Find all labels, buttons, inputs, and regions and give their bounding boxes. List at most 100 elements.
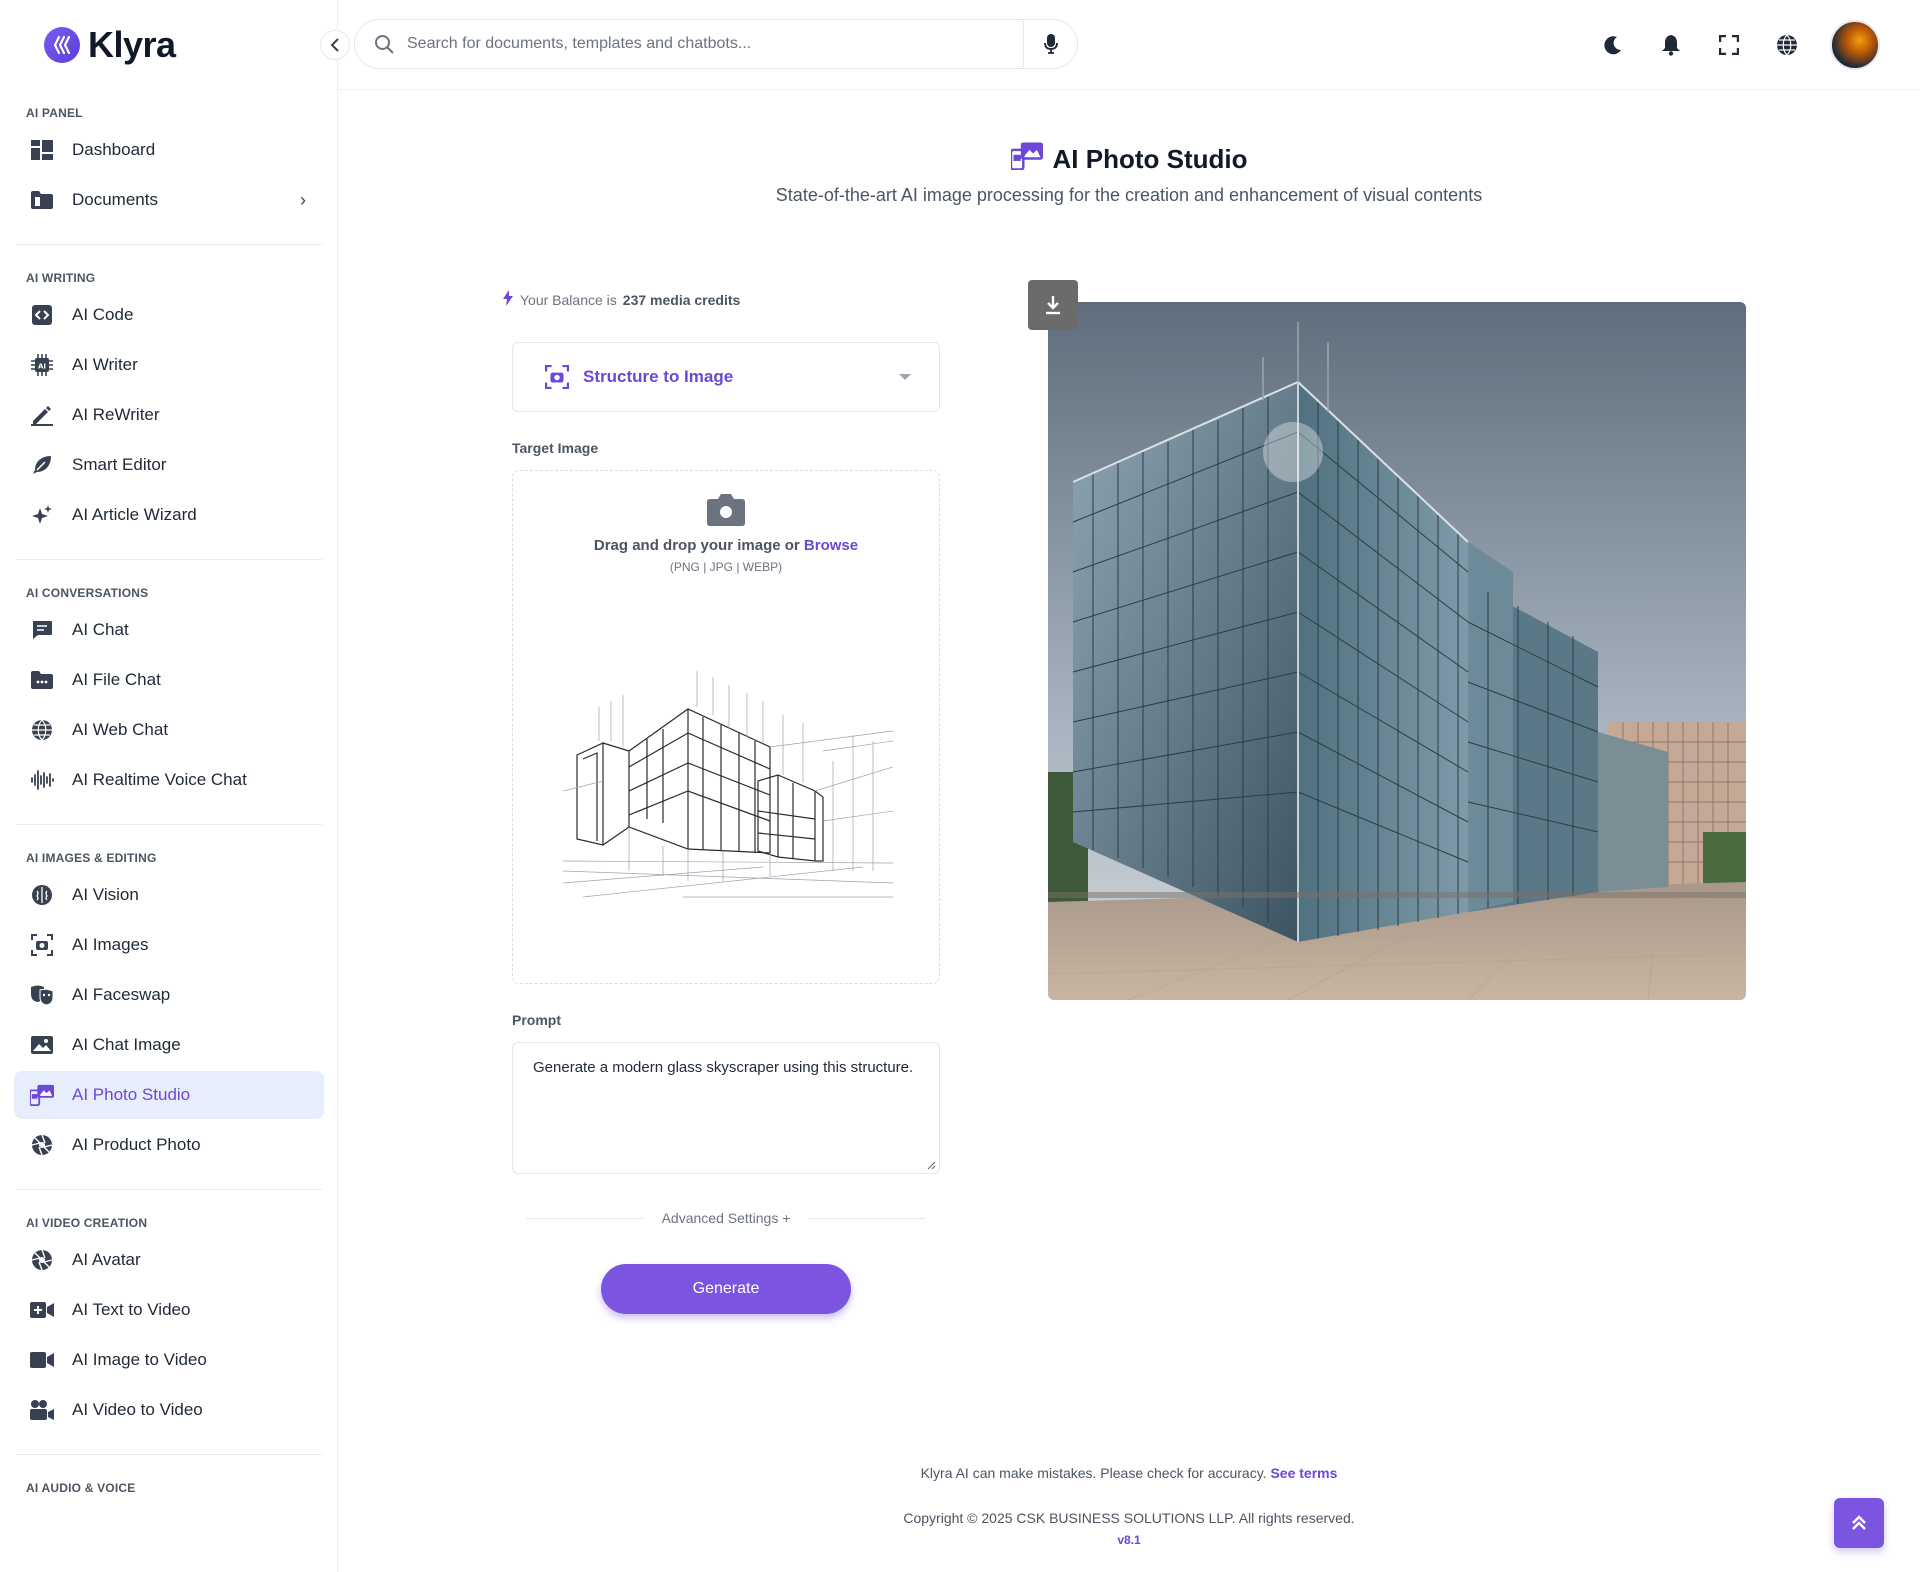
avatar[interactable] — [1830, 20, 1880, 70]
divider — [16, 559, 322, 560]
balance-prefix: Your Balance is — [520, 291, 617, 308]
scroll-to-top-button[interactable] — [1834, 1498, 1884, 1548]
topbar: Search for documents, templates and chat… — [338, 0, 1920, 90]
sidebar-item-ai-code[interactable]: AI Code — [14, 291, 324, 339]
glass-building-image — [1048, 302, 1746, 1000]
search-input[interactable]: Search for documents, templates and chat… — [407, 35, 1023, 53]
section-label: AI PANEL — [26, 106, 83, 120]
sidebar-item-ai-web-chat[interactable]: AI Web Chat — [14, 706, 324, 754]
masks-icon — [30, 983, 54, 1007]
sidebar-item-documents[interactable]: Documents › — [14, 176, 324, 224]
mode-select[interactable]: Structure to Image — [512, 342, 940, 412]
sidebar-item-ai-video-to-video[interactable]: AI Video to Video — [14, 1386, 324, 1434]
photo-studio-icon — [30, 1083, 54, 1107]
video-camera-icon — [30, 1398, 54, 1422]
sidebar-item-ai-chat-image[interactable]: AI Chat Image — [14, 1021, 324, 1069]
camera-frame-icon — [30, 933, 54, 957]
sidebar-item-label: AI Avatar — [72, 1250, 141, 1269]
fullscreen-icon[interactable] — [1700, 22, 1758, 68]
sidebar-item-ai-avatar[interactable]: AI Avatar — [14, 1236, 324, 1284]
feather-icon — [30, 453, 54, 477]
sidebar-item-dashboard[interactable]: Dashboard — [14, 126, 324, 174]
divider — [16, 824, 322, 825]
dropzone-instruction: Drag and drop your image or — [593, 537, 800, 554]
folder-icon — [30, 188, 54, 212]
advanced-settings-toggle[interactable]: Advanced Settings + — [526, 1210, 926, 1226]
see-terms-link[interactable]: See terms — [1270, 1465, 1337, 1481]
generate-button[interactable]: Generate — [601, 1264, 851, 1314]
page-header: AI Photo Studio State-of-the-art AI imag… — [338, 142, 1920, 206]
app-name: Klyra — [88, 24, 176, 65]
sidebar-item-label: AI Image to Video — [72, 1350, 207, 1369]
browse-link[interactable]: Browse — [804, 537, 858, 554]
camera-frame-icon — [545, 365, 569, 389]
search-bar[interactable]: Search for documents, templates and chat… — [354, 19, 1078, 69]
aperture-icon — [30, 1133, 54, 1157]
sidebar-item-ai-text-to-video[interactable]: AI Text to Video — [14, 1286, 324, 1334]
pen-icon — [30, 403, 54, 427]
balance-indicator: Your Balance is 237 media credits — [502, 290, 740, 309]
sidebar-item-label: AI File Chat — [72, 670, 161, 689]
code-icon — [30, 303, 54, 327]
chip-icon: AI — [30, 353, 54, 377]
sidebar-item-label: AI Writer — [72, 355, 138, 374]
brain-icon — [30, 883, 54, 907]
sidebar-item-ai-file-chat[interactable]: AI File Chat — [14, 656, 324, 704]
sidebar-item-label: AI Code — [72, 305, 134, 324]
resize-grip-icon[interactable] — [926, 1160, 936, 1170]
generated-image[interactable] — [1048, 302, 1746, 1000]
sidebar-nav: AI PANEL Dashboard Documents › AI WRITIN… — [14, 100, 324, 1501]
prompt-textarea[interactable]: Generate a modern glass skyscraper using… — [512, 1042, 940, 1174]
waveform-icon — [30, 768, 54, 792]
dropzone-formats: (PNG | JPG | WEBP) — [669, 560, 783, 574]
chat-icon — [30, 618, 54, 642]
version: v8.1 — [1117, 1533, 1141, 1547]
sidebar-item-ai-realtime-voice-chat[interactable]: AI Realtime Voice Chat — [14, 756, 324, 804]
sidebar-collapse-button[interactable] — [320, 30, 350, 60]
sidebar-item-ai-vision[interactable]: AI Vision — [14, 871, 324, 919]
main-content: AI Photo Studio State-of-the-art AI imag… — [338, 90, 1920, 1572]
sidebar-item-ai-chat[interactable]: AI Chat — [14, 606, 324, 654]
microphone-icon[interactable] — [1023, 21, 1077, 67]
sidebar-item-ai-image-to-video[interactable]: AI Image to Video — [14, 1336, 324, 1384]
sidebar-item-ai-faceswap[interactable]: AI Faceswap — [14, 971, 324, 1019]
section-label: AI WRITING — [26, 271, 96, 285]
page-title: AI Photo Studio — [1009, 142, 1247, 177]
search-icon — [361, 34, 407, 54]
sidebar-item-smart-editor[interactable]: Smart Editor — [14, 441, 324, 489]
structure-sketch-image — [563, 671, 893, 898]
sparkles-icon — [30, 503, 54, 527]
sidebar-item-label: AI Chat — [72, 620, 129, 639]
download-button[interactable] — [1028, 280, 1078, 330]
sidebar-item-ai-photo-studio[interactable]: AI Photo Studio — [14, 1071, 324, 1119]
section-label: AI CONVERSATIONS — [26, 586, 149, 600]
svg-text:AI: AI — [38, 363, 46, 371]
photo-studio-icon — [1009, 142, 1043, 177]
caret-down-icon — [899, 374, 911, 380]
sidebar-item-ai-article-wizard[interactable]: AI Article Wizard — [14, 491, 324, 539]
image-icon — [30, 1033, 54, 1057]
camera-icon — [706, 491, 746, 531]
advanced-settings-label: Advanced Settings + — [661, 1210, 791, 1226]
sidebar-item-label: AI Article Wizard — [72, 505, 197, 524]
topbar-actions — [1584, 0, 1920, 90]
disclaimer: Klyra AI can make mistakes. Please check… — [338, 1465, 1920, 1481]
sidebar-item-ai-writer[interactable]: AI AI Writer — [14, 341, 324, 389]
globe-icon[interactable] — [1758, 22, 1816, 68]
image-dropzone[interactable]: Drag and drop your image or Browse (PNG … — [512, 470, 940, 984]
sidebar-item-label: AI Web Chat — [72, 720, 169, 739]
moon-icon[interactable] — [1584, 22, 1642, 68]
divider-line — [808, 1217, 926, 1219]
disclaimer-text: Klyra AI can make mistakes. Please check… — [920, 1465, 1267, 1481]
sidebar-item-ai-images[interactable]: AI Images — [14, 921, 324, 969]
bell-icon[interactable] — [1642, 22, 1700, 68]
dropzone-text: Drag and drop your image or Browse — [513, 537, 939, 554]
logo-mark-icon — [44, 27, 80, 63]
sidebar-item-label: Dashboard — [72, 140, 156, 159]
sidebar-item-ai-rewriter[interactable]: AI ReWriter — [14, 391, 324, 439]
sidebar-item-label: AI Chat Image — [72, 1035, 181, 1054]
globe-icon — [30, 718, 54, 742]
lightning-icon — [502, 290, 514, 309]
logo[interactable]: Klyra — [44, 24, 176, 66]
sidebar-item-ai-product-photo[interactable]: AI Product Photo — [14, 1121, 324, 1169]
